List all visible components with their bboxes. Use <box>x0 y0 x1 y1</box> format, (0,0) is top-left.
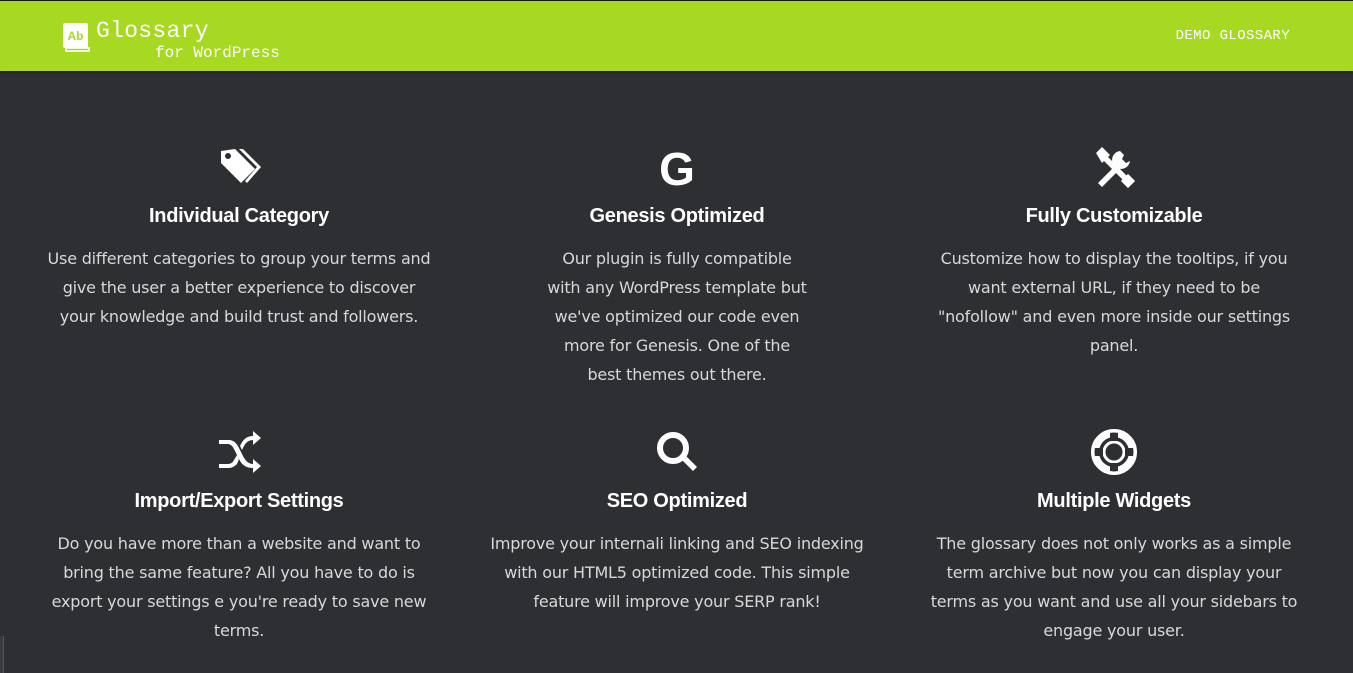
feature-description: Customize how to display the tooltips, i… <box>937 249 1291 355</box>
logo-title: Glossary <box>96 18 209 44</box>
feature-title: Fully Customizable <box>1025 205 1203 227</box>
book-icon: Ab <box>62 22 91 52</box>
feature-seo-optimized: SEO Optimized Improve your internali lin… <box>477 428 877 616</box>
shuffle-icon <box>215 428 263 476</box>
feature-title: Multiple Widgets <box>1037 490 1191 512</box>
feature-title: Individual Category <box>149 205 329 227</box>
svg-text:G: G <box>659 143 695 191</box>
feature-title: SEO Optimized <box>606 490 748 512</box>
logo-subtitle: for WordPress <box>155 44 280 62</box>
demo-glossary-link[interactable]: DEMO GLOSSARY <box>1176 28 1290 44</box>
genesis-g-icon: G <box>653 143 701 191</box>
tags-icon <box>215 143 263 191</box>
feature-import-export: Import/Export Settings Do you have more … <box>39 428 439 645</box>
feature-title: Import/Export Settings <box>134 490 344 512</box>
feature-description: Improve your internali linking and SEO i… <box>490 534 864 611</box>
search-icon <box>653 428 701 476</box>
feature-multiple-widgets: Multiple Widgets The glossary does not o… <box>914 428 1314 645</box>
edge-tab[interactable] <box>0 636 4 673</box>
feature-individual-category: Individual Category Use different catego… <box>39 143 439 331</box>
feature-title: Genesis Optimized <box>589 205 765 227</box>
feature-description: The glossary does not only works as a si… <box>930 534 1298 640</box>
life-ring-icon <box>1090 428 1138 476</box>
feature-fully-customizable: Fully Customizable Customize how to disp… <box>914 143 1314 360</box>
svg-text:Ab: Ab <box>68 29 84 43</box>
feature-description: Do you have more than a website and want… <box>51 534 427 640</box>
feature-genesis-optimized: G Genesis Optimized Our plugin is fully … <box>477 143 877 389</box>
feature-description: Our plugin is fully compatible with any … <box>547 249 807 384</box>
site-header: Ab Glossary for WordPress DEMO GLOSSARY <box>0 0 1353 71</box>
tools-icon <box>1090 143 1138 191</box>
feature-description: Use different categories to group your t… <box>47 249 431 326</box>
